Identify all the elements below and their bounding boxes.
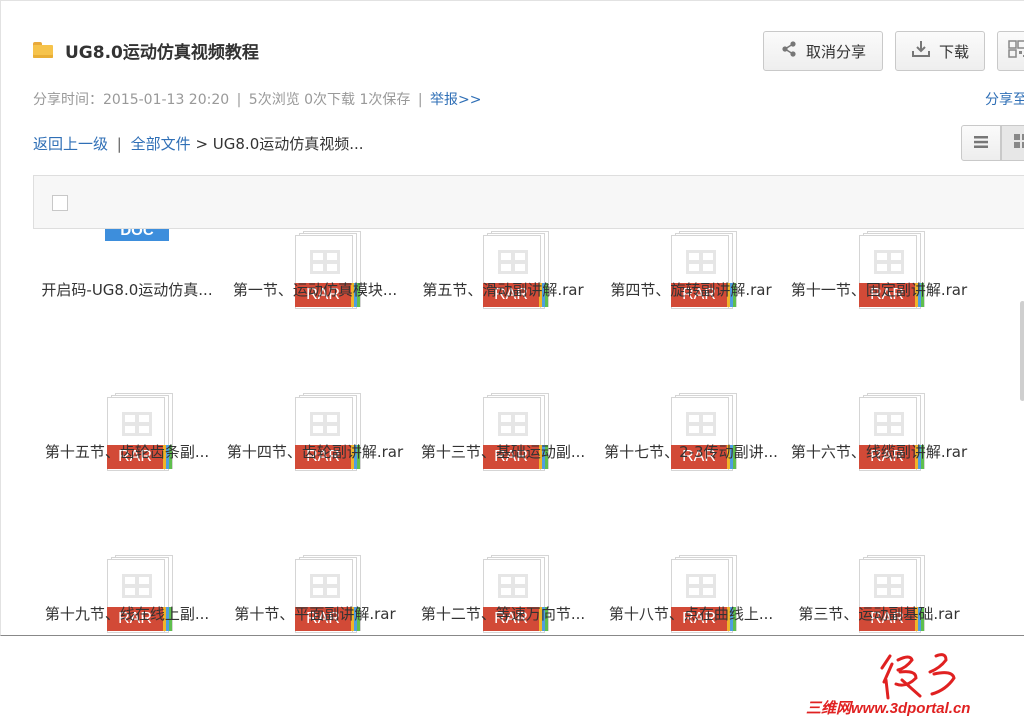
file-name: 第十八节、点在曲线上...: [608, 605, 774, 623]
doc-file-icon: DOC: [105, 229, 169, 241]
list-view-button[interactable]: [961, 125, 1001, 161]
qrcode-button[interactable]: [997, 31, 1024, 71]
watermark: 三维网www.3dportal.cn: [800, 650, 1024, 721]
file-item[interactable]: RAR 第十三节、基础运动副...: [409, 279, 597, 471]
file-item[interactable]: RAR 第一节、运动仿真模块...: [221, 229, 409, 309]
grid-view-icon: [1013, 133, 1024, 153]
grid-view-button[interactable]: [1001, 125, 1024, 161]
page-title: UG8.0运动仿真视频教程: [65, 42, 259, 63]
cancel-share-label: 取消分享: [805, 42, 866, 61]
file-item[interactable]: RAR 第五节、滑动副讲解.rar: [409, 229, 597, 309]
file-item[interactable]: RAR 第三节、运动副基础.rar: [785, 441, 973, 633]
signature-mark: [880, 653, 956, 700]
file-item[interactable]: RAR 第十七节、2-3传动副讲...: [597, 279, 785, 471]
file-name: 第三节、运动副基础.rar: [798, 605, 960, 623]
meta-separator: |: [236, 92, 242, 108]
download-button[interactable]: 下载: [895, 31, 985, 71]
watermark-text: 三维网www.3dportal.cn: [806, 700, 971, 717]
file-item[interactable]: RAR 第四节、旋转副讲解.rar: [597, 229, 785, 309]
folder-icon: [33, 42, 53, 58]
file-name: 第十九节、线在线上副...: [44, 605, 210, 623]
back-link[interactable]: 返回上一级: [33, 135, 108, 153]
meta-separator-2: |: [417, 92, 423, 108]
share-meta: 分享时间：2015-01-13 20:20 | 5次浏览 0次下载 1次保存 |…: [33, 89, 482, 109]
current-folder: > UG8.0运动仿真视频...: [195, 135, 364, 153]
download-icon: [911, 40, 931, 62]
share-to-link[interactable]: 分享至: [985, 89, 1024, 109]
list-view-icon: [973, 134, 989, 153]
file-item[interactable]: RAR 第十节、平面副讲解.rar: [221, 441, 409, 633]
share-stats: 5次浏览 0次下载 1次保存: [248, 92, 411, 108]
qrcode-icon: [1008, 40, 1024, 62]
file-item[interactable]: RAR 第十四节、齿轮副讲解.rar: [221, 279, 409, 471]
cancel-share-button[interactable]: 取消分享: [763, 31, 883, 71]
file-name: 第十节、平面副讲解.rar: [234, 605, 396, 623]
share-panel: UG8.0运动仿真视频教程 取消分享 下载 分享时间：2015-01-13 20…: [0, 0, 1024, 636]
file-grid: DOC 开启码-UG8.0运动仿真... RAR 第一节、运动仿真模块... RAR 第五…: [1, 229, 1024, 635]
all-files-link[interactable]: 全部文件: [131, 135, 191, 153]
share-time: 分享时间：2015-01-13 20:20: [33, 92, 230, 108]
view-toggle: [961, 125, 1024, 161]
file-item[interactable]: RAR 第十一节、固定副讲解.rar: [785, 229, 973, 309]
file-item[interactable]: RAR 第十六节、线缆副讲解.rar: [785, 279, 973, 471]
file-item[interactable]: RAR 第十五节、齿轮齿条副...: [33, 279, 221, 471]
file-item[interactable]: DOC 开启码-UG8.0运动仿真...: [33, 229, 221, 299]
share-icon: [780, 40, 798, 62]
list-header: [33, 175, 1024, 229]
file-item[interactable]: RAR 第十九节、线在线上副...: [33, 441, 221, 633]
select-all-checkbox[interactable]: [52, 195, 68, 211]
download-label: 下载: [938, 42, 969, 61]
breadcrumb-separator: |: [116, 135, 122, 153]
breadcrumb: 返回上一级 | 全部文件 > UG8.0运动仿真视频...: [33, 133, 364, 154]
title-row: UG8.0运动仿真视频教程: [33, 37, 259, 63]
file-name: 第十二节、等速万向节...: [420, 605, 586, 623]
file-item[interactable]: RAR 第十八节、点在曲线上...: [597, 441, 785, 633]
report-link[interactable]: 举报>>: [430, 92, 481, 108]
file-item[interactable]: RAR 第十二节、等速万向节...: [409, 441, 597, 633]
scrollbar-thumb[interactable]: [1020, 301, 1024, 401]
